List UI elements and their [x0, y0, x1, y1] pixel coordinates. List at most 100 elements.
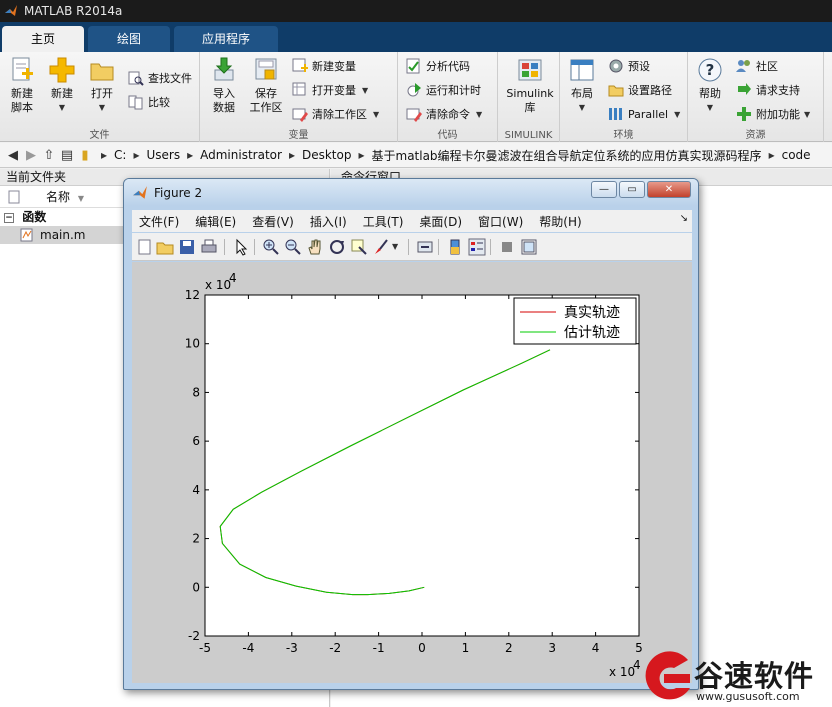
data-cursor-icon[interactable] — [350, 238, 368, 256]
tree-group-label: 函数 — [22, 210, 47, 224]
request-support-button[interactable]: 请求支持 — [736, 80, 800, 100]
menu-window[interactable]: 窗口(W) — [478, 213, 523, 230]
save-icon[interactable] — [178, 238, 196, 256]
collapse-icon[interactable]: − — [4, 212, 14, 223]
ribbon-group-code: 分析代码 运行和计时 清除命令 ▼ 代码 — [398, 52, 498, 142]
zoom-in-icon[interactable] — [262, 238, 280, 256]
add-ons-button[interactable]: 附加功能 ▼ — [736, 104, 810, 124]
legend-label-1: 估计轨迹 — [564, 325, 620, 341]
help-icon: ? — [698, 58, 722, 82]
breadcrumb-code[interactable]: code — [782, 148, 811, 162]
community-label: 社区 — [756, 60, 778, 73]
menu-tools[interactable]: 工具(T) — [363, 213, 404, 230]
brush-icon[interactable] — [372, 238, 390, 256]
analyze-code-button[interactable]: 分析代码 — [406, 56, 470, 76]
request-support-icon — [738, 83, 751, 95]
insert-colorbar-icon[interactable] — [446, 238, 464, 256]
tab-apps[interactable]: 应用程序 — [174, 26, 278, 52]
set-path-button[interactable]: 设置路径 — [608, 80, 672, 100]
toolbar-separator — [408, 239, 409, 255]
menu-desktop[interactable]: 桌面(D) — [419, 213, 462, 230]
menu-insert[interactable]: 插入(I) — [310, 213, 347, 230]
ribbon-group-resources: ? 帮助 ▼ 社区 请求支持 附加功能 ▼ 资源 — [688, 52, 824, 142]
y-tick-label: 6 — [192, 434, 200, 448]
new-variable-button[interactable]: 新建变量 — [292, 56, 356, 76]
zoom-out-icon[interactable] — [284, 238, 302, 256]
up-folder-icon[interactable]: ⇧ — [40, 148, 58, 163]
insert-legend-icon[interactable] — [468, 238, 486, 256]
layout-button[interactable]: 布局 ▼ — [562, 56, 602, 115]
breadcrumb-desktop[interactable]: Desktop — [302, 148, 352, 162]
figure-window[interactable]: Figure 2 — ▭ ✕ 文件(F) 编辑(E) 查看(V) 插入(I) 工… — [123, 178, 699, 690]
request-support-label: 请求支持 — [756, 84, 800, 97]
open-variable-button[interactable]: 打开变量 ▼ — [292, 80, 368, 100]
ribbon: 新建 脚本 新建 ▼ 打开 ▼ 查找文件 比较 文件 导入 数据 保存 工作区 … — [0, 52, 832, 142]
save-workspace-button[interactable]: 保存 工作区 — [246, 56, 286, 115]
minimize-button[interactable]: — — [591, 181, 617, 198]
new-variable-label: 新建变量 — [312, 60, 356, 73]
show-plot-tools-icon[interactable] — [520, 238, 538, 256]
maximize-button[interactable]: ▭ — [619, 181, 645, 198]
breadcrumb-drive[interactable]: C: — [114, 148, 126, 162]
menu-file[interactable]: 文件(F) — [139, 213, 179, 230]
x-tick-label: 0 — [418, 641, 426, 655]
clear-workspace-icon — [292, 108, 308, 122]
breadcrumb-administrator[interactable]: Administrator — [200, 148, 282, 162]
add-ons-icon — [737, 107, 751, 121]
new-button[interactable]: 新建 ▼ — [42, 56, 82, 115]
community-button[interactable]: 社区 — [736, 56, 778, 76]
brush-dropdown-icon[interactable]: ▼ — [392, 242, 398, 251]
browse-folder-icon[interactable]: ▤ — [58, 148, 76, 163]
y-tick-label: 12 — [185, 288, 200, 302]
menu-view[interactable]: 查看(V) — [252, 213, 294, 230]
clear-workspace-button[interactable]: 清除工作区 ▼ — [292, 104, 379, 124]
breadcrumb-separator-icon: ▸ — [768, 148, 775, 162]
print-icon[interactable] — [200, 238, 218, 256]
back-arrow-icon[interactable]: ◀ — [4, 148, 22, 163]
link-plot-icon[interactable] — [416, 238, 434, 256]
new-script-button[interactable]: 新建 脚本 — [2, 56, 42, 115]
simulink-library-button[interactable]: Simulink 库 — [504, 56, 556, 115]
pan-hand-icon[interactable] — [306, 238, 324, 256]
menu-edit[interactable]: 编辑(E) — [195, 213, 236, 230]
add-ons-dropdown-icon: ▼ — [804, 109, 811, 119]
parallel-button[interactable]: Parallel ▼ — [608, 104, 680, 124]
clear-commands-button[interactable]: 清除命令 ▼ — [406, 104, 482, 124]
address-bar[interactable]: ◀ ▶ ⇧ ▤ ▮ ▸ C: ▸ Users ▸ Administrator ▸… — [0, 143, 832, 168]
compare-icon — [128, 95, 143, 110]
close-button[interactable]: ✕ — [647, 181, 691, 198]
menu-help[interactable]: 帮助(H) — [539, 213, 581, 230]
simulink-library-icon — [518, 59, 542, 81]
watermark-brand: 谷速软件 — [694, 659, 815, 693]
figure-canvas[interactable]: -5 -4 -3 -2 -1 0 1 2 3 4 5 -2 0 2 4 6 8 10 12 x 10 4 x 10 4 真实… — [132, 262, 692, 683]
add-ons-label: 附加功能 — [756, 108, 800, 121]
forward-arrow-icon[interactable]: ▶ — [22, 148, 40, 163]
help-button[interactable]: ? 帮助 ▼ — [690, 56, 730, 115]
rotate-3d-icon[interactable] — [328, 238, 346, 256]
tab-home[interactable]: 主页 — [2, 26, 84, 52]
help-label: 帮助 — [699, 87, 721, 100]
hide-plot-tools-icon[interactable] — [498, 238, 516, 256]
open-file-icon[interactable] — [156, 238, 174, 256]
run-and-time-button[interactable]: 运行和计时 — [406, 80, 481, 100]
menubar-dock-arrow-icon[interactable]: ↘ — [680, 213, 688, 224]
tab-plots[interactable]: 绘图 — [88, 26, 170, 52]
figure-titlebar[interactable]: Figure 2 — ▭ ✕ — [124, 179, 698, 206]
find-files-label: 查找文件 — [148, 72, 192, 85]
compare-button[interactable]: 比较 — [128, 92, 170, 112]
x-tick-label: 4 — [592, 641, 600, 655]
open-button[interactable]: 打开 ▼ — [82, 56, 122, 115]
preferences-button[interactable]: 预设 — [608, 56, 650, 76]
y-exponent-label: x 10 — [205, 278, 231, 292]
pointer-arrow-icon[interactable] — [232, 238, 250, 256]
community-icon — [736, 60, 750, 72]
breadcrumb-users[interactable]: Users — [146, 148, 180, 162]
new-figure-icon[interactable] — [136, 238, 154, 256]
import-data-button[interactable]: 导入 数据 — [204, 56, 244, 115]
plot-area[interactable]: -5 -4 -3 -2 -1 0 1 2 3 4 5-2024681012x 104x 104 真实… — [132, 262, 692, 683]
preferences-label: 预设 — [628, 60, 650, 73]
breadcrumb-project-folder[interactable]: 基于matlab编程卡尔曼滤波在组合导航定位系统的应用仿真实现源码程序 — [372, 147, 762, 164]
toolbar-separator — [254, 239, 255, 255]
compare-label: 比较 — [148, 96, 170, 109]
find-files-button[interactable]: 查找文件 — [128, 68, 192, 88]
